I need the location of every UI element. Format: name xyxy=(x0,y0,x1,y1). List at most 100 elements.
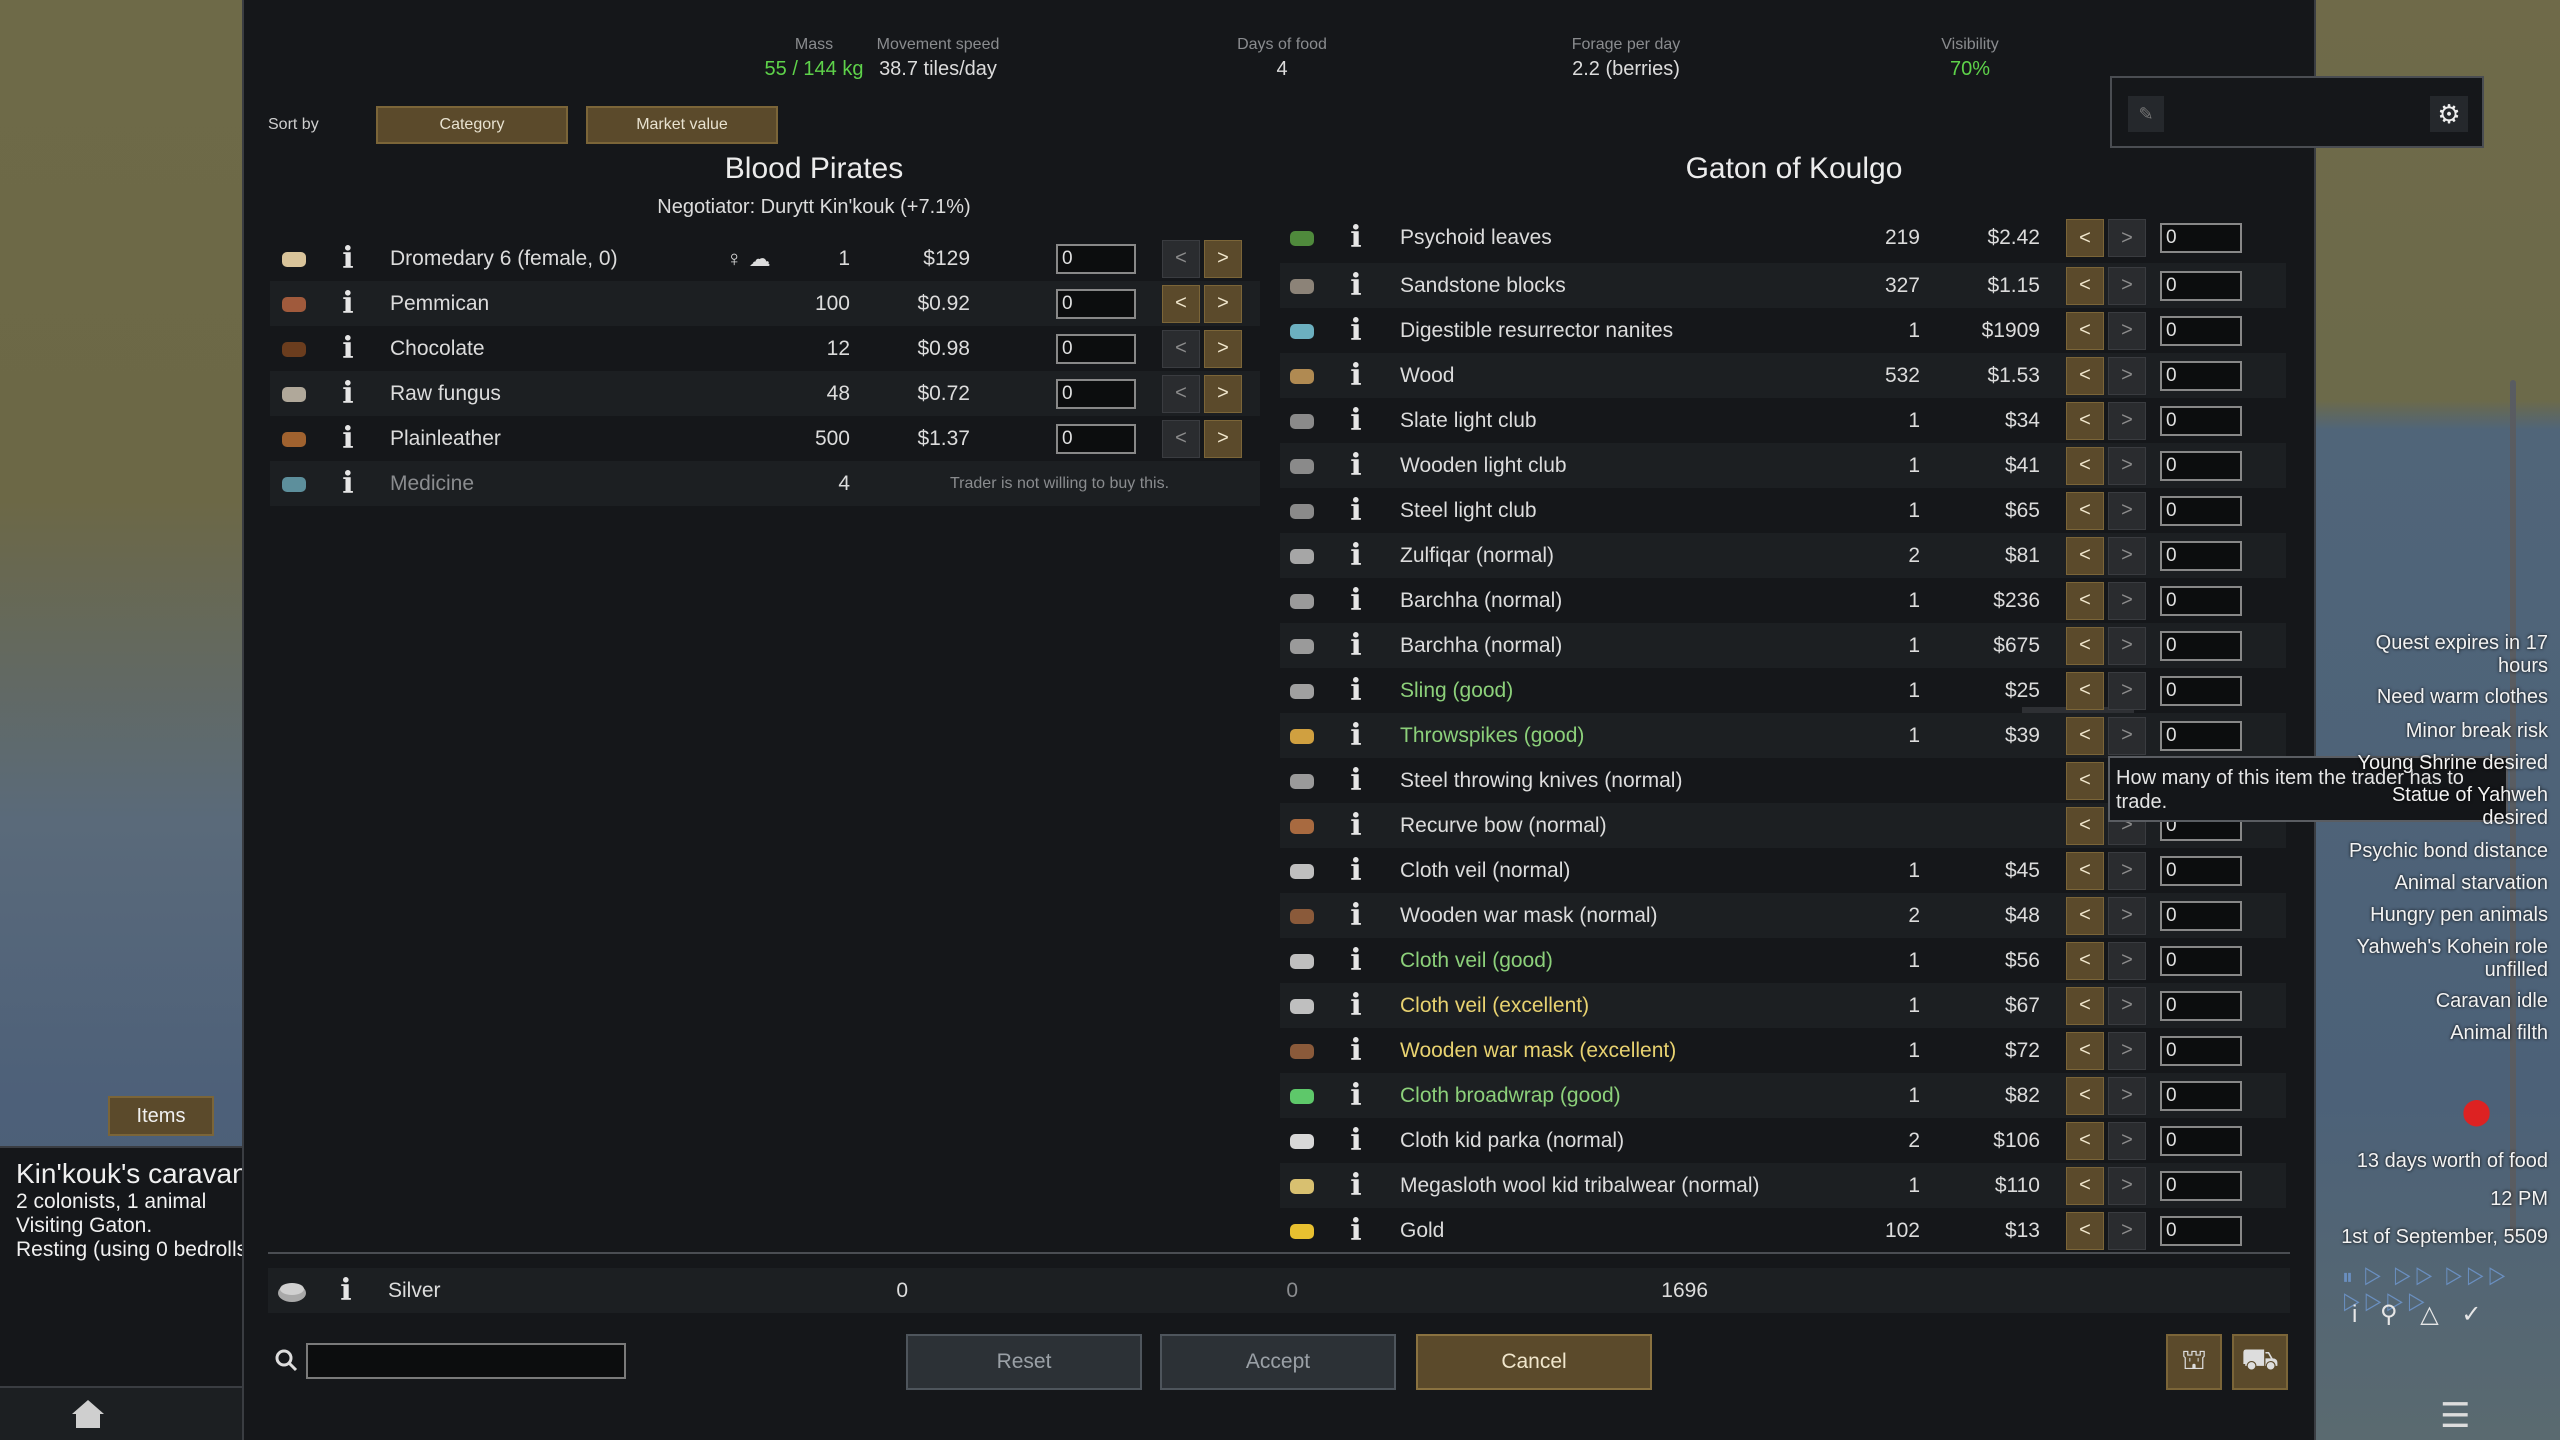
info-icon[interactable]: i xyxy=(1344,944,1368,977)
decrease-button[interactable]: < xyxy=(2066,536,2104,575)
accept-button[interactable]: Accept xyxy=(1160,1334,1396,1390)
info-icon[interactable]: i xyxy=(336,332,360,365)
increase-button[interactable]: > xyxy=(2108,356,2146,395)
decrease-button[interactable]: < xyxy=(2066,266,2104,305)
decrease-button[interactable]: < xyxy=(2066,761,2104,800)
sort-category-button[interactable]: Category xyxy=(376,106,568,144)
increase-button[interactable]: > xyxy=(2108,1031,2146,1070)
decrease-button[interactable]: < xyxy=(2066,446,2104,485)
quantity-input[interactable]: 0 xyxy=(2160,450,2242,481)
quantity-input[interactable]: 0 xyxy=(2160,720,2242,751)
decrease-button[interactable]: < xyxy=(2066,806,2104,845)
decrease-button[interactable]: < xyxy=(1162,239,1200,278)
increase-button[interactable]: > xyxy=(2108,851,2146,890)
info-icon[interactable]: i xyxy=(1344,1079,1368,1112)
quantity-input[interactable]: 0 xyxy=(2160,1125,2242,1156)
info-icon[interactable]: i xyxy=(1344,629,1368,662)
search-input[interactable] xyxy=(306,1343,626,1379)
world-toggles[interactable]: i ⚲ △ ✓ xyxy=(2352,1300,2489,1329)
decrease-button[interactable]: < xyxy=(2066,1031,2104,1070)
alert-item[interactable]: Statue of Yahweh desired xyxy=(2328,784,2548,830)
quantity-input[interactable]: 0 xyxy=(2160,630,2242,661)
increase-button[interactable]: > xyxy=(1204,239,1242,278)
info-icon[interactable]: i xyxy=(1344,314,1368,347)
increase-button[interactable]: > xyxy=(2108,1076,2146,1115)
info-icon[interactable]: i xyxy=(1344,494,1368,527)
increase-button[interactable]: > xyxy=(1204,329,1242,368)
decrease-button[interactable]: < xyxy=(2066,401,2104,440)
increase-button[interactable]: > xyxy=(1204,374,1242,413)
quantity-input[interactable]: 0 xyxy=(1056,333,1136,364)
info-icon[interactable]: i xyxy=(1344,1124,1368,1157)
list-icon[interactable]: ☰ xyxy=(2440,1396,2482,1435)
decrease-button[interactable]: < xyxy=(1162,329,1200,368)
quantity-input[interactable]: 0 xyxy=(2160,585,2242,616)
quantity-input[interactable]: 0 xyxy=(2160,945,2242,976)
info-icon[interactable]: i xyxy=(1344,404,1368,437)
decrease-button[interactable]: < xyxy=(2066,986,2104,1025)
quantity-input[interactable]: 0 xyxy=(2160,1170,2242,1201)
increase-button[interactable]: > xyxy=(1204,419,1242,458)
increase-button[interactable]: > xyxy=(2108,941,2146,980)
decrease-button[interactable]: < xyxy=(2066,941,2104,980)
quantity-input[interactable]: 0 xyxy=(2160,315,2242,346)
increase-button[interactable]: > xyxy=(2108,1211,2146,1250)
pin-marker-icon[interactable]: ⬤ xyxy=(2462,1096,2491,1127)
info-icon[interactable]: i xyxy=(1344,674,1368,707)
info-icon[interactable]: i xyxy=(1344,719,1368,752)
reset-button[interactable]: Reset xyxy=(906,1334,1142,1390)
info-icon[interactable]: i xyxy=(1344,989,1368,1022)
alert-item[interactable]: Yahweh's Kohein role unfilled xyxy=(2328,936,2548,982)
info-icon[interactable]: i xyxy=(1344,584,1368,617)
info-icon[interactable]: i xyxy=(336,422,360,455)
decrease-button[interactable]: < xyxy=(1162,284,1200,323)
increase-button[interactable]: > xyxy=(2108,581,2146,620)
increase-button[interactable]: > xyxy=(2108,491,2146,530)
decrease-button[interactable]: < xyxy=(2066,311,2104,350)
quantity-input[interactable]: 0 xyxy=(2160,1035,2242,1066)
info-icon[interactable]: i xyxy=(1344,269,1368,302)
alert-item[interactable]: Hungry pen animals xyxy=(2328,904,2548,927)
info-icon[interactable]: i xyxy=(1344,1169,1368,1202)
increase-button[interactable]: > xyxy=(2108,1166,2146,1205)
increase-button[interactable]: > xyxy=(2108,446,2146,485)
decrease-button[interactable]: < xyxy=(2066,219,2104,257)
gift-icon[interactable]: ⛫ xyxy=(2166,1334,2222,1390)
info-icon[interactable]: i xyxy=(1344,539,1368,572)
quantity-input[interactable]: 0 xyxy=(2160,1080,2242,1111)
info-icon[interactable]: i xyxy=(1344,899,1368,932)
alert-item[interactable]: Quest expires in 17 hours xyxy=(2328,632,2548,678)
quantity-input[interactable]: 0 xyxy=(2160,223,2242,253)
alert-item[interactable]: Young Shrine desired xyxy=(2328,752,2548,775)
info-icon[interactable]: i xyxy=(336,242,360,275)
alert-item[interactable]: Animal filth xyxy=(2328,1022,2548,1045)
cart-icon[interactable]: ⛟ xyxy=(2232,1334,2288,1390)
increase-button[interactable]: > xyxy=(2108,986,2146,1025)
decrease-button[interactable]: < xyxy=(2066,626,2104,665)
info-icon[interactable]: i xyxy=(1344,854,1368,887)
quantity-input[interactable]: 0 xyxy=(2160,900,2242,931)
info-icon[interactable]: i xyxy=(336,467,360,500)
quantity-input[interactable]: 0 xyxy=(2160,360,2242,391)
increase-button[interactable]: > xyxy=(2108,311,2146,350)
info-icon[interactable]: i xyxy=(1344,1214,1368,1247)
increase-button[interactable]: > xyxy=(1204,284,1242,323)
decrease-button[interactable]: < xyxy=(2066,581,2104,620)
quantity-input[interactable]: 0 xyxy=(2160,540,2242,571)
increase-button[interactable]: > xyxy=(2108,536,2146,575)
decrease-button[interactable]: < xyxy=(2066,896,2104,935)
silver-info-icon[interactable]: i xyxy=(334,1274,358,1307)
quantity-input[interactable]: 0 xyxy=(2160,405,2242,436)
decrease-button[interactable]: < xyxy=(2066,1211,2104,1250)
increase-button[interactable]: > xyxy=(2108,266,2146,305)
increase-button[interactable]: > xyxy=(2108,626,2146,665)
quantity-input[interactable]: 0 xyxy=(2160,1215,2242,1246)
info-icon[interactable]: i xyxy=(1344,764,1368,797)
quantity-input[interactable]: 0 xyxy=(2160,675,2242,706)
quantity-input[interactable]: 0 xyxy=(2160,495,2242,526)
info-icon[interactable]: i xyxy=(1344,809,1368,842)
decrease-button[interactable]: < xyxy=(2066,671,2104,710)
cancel-button[interactable]: Cancel xyxy=(1416,1334,1652,1390)
home-icon[interactable] xyxy=(70,1398,106,1430)
decrease-button[interactable]: < xyxy=(2066,491,2104,530)
